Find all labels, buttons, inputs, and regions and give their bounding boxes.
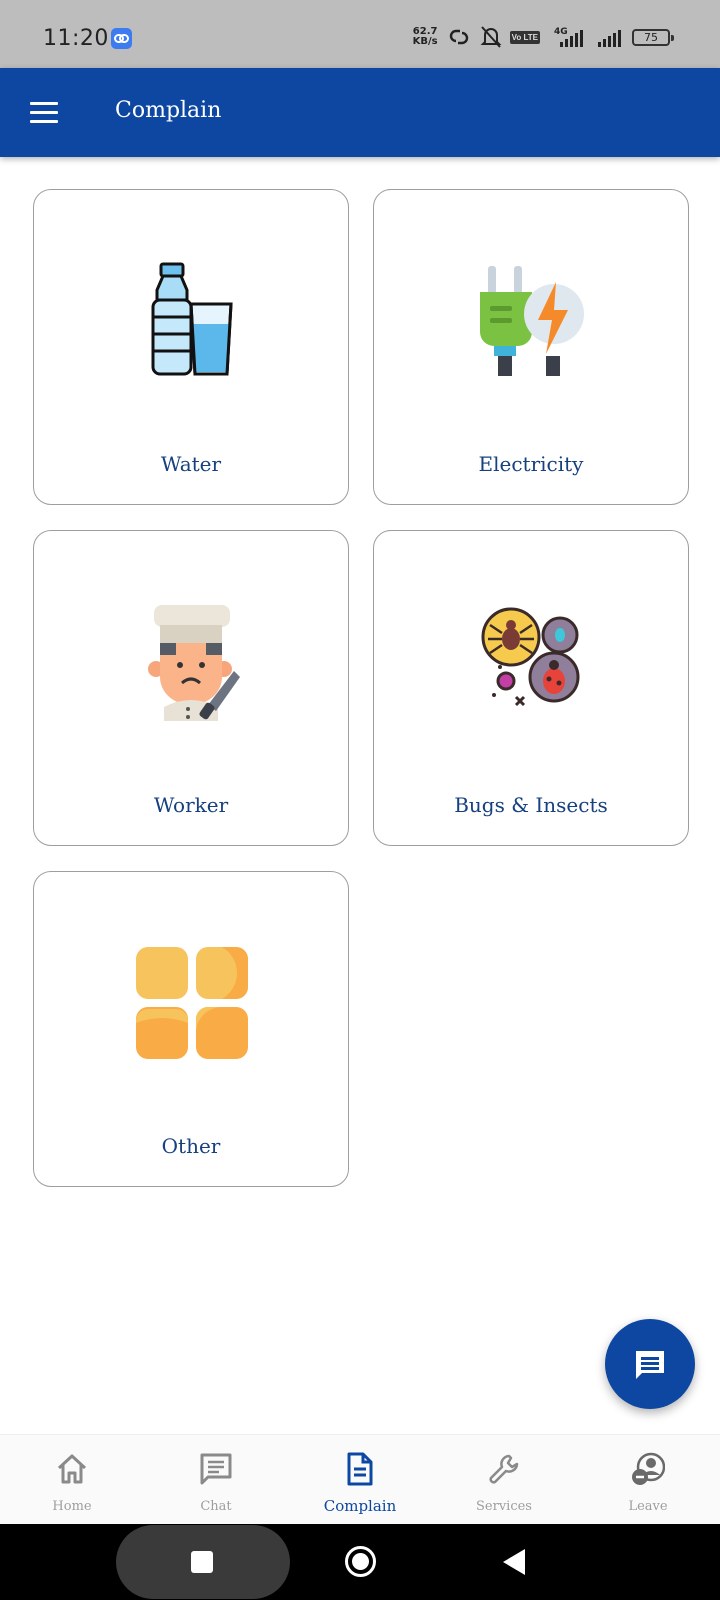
bugs-insects-icon bbox=[476, 603, 586, 728]
nav-label: Services bbox=[476, 1499, 532, 1514]
home-circle-button[interactable] bbox=[345, 1546, 376, 1577]
wrench-icon bbox=[489, 1454, 519, 1484]
nav-item-chat[interactable]: Chat bbox=[144, 1435, 288, 1525]
category-label: Bugs & Insects bbox=[454, 793, 608, 817]
menu-button[interactable] bbox=[28, 100, 62, 126]
recents-square-icon bbox=[191, 1551, 213, 1573]
nav-label: Leave bbox=[628, 1499, 668, 1514]
link-icon bbox=[449, 29, 468, 45]
chat-icon bbox=[200, 1453, 232, 1485]
status-indicators: 62.7 KB/s Vo LTE 4G 75 bbox=[413, 24, 674, 50]
water-bottle-glass-icon bbox=[141, 262, 241, 387]
home-icon bbox=[57, 1454, 87, 1484]
category-card-water[interactable]: Water bbox=[33, 189, 349, 505]
grid-squares-icon bbox=[134, 945, 248, 1064]
volte-badge: Vo LTE bbox=[509, 30, 540, 44]
svg-text:4G: 4G bbox=[554, 27, 568, 37]
nav-label: Chat bbox=[200, 1499, 232, 1514]
notification-app-icon bbox=[111, 28, 132, 49]
category-label: Electricity bbox=[478, 452, 584, 476]
chat-message-icon bbox=[636, 1351, 664, 1379]
nav-item-home[interactable]: Home bbox=[0, 1435, 144, 1525]
nav-label: Complain bbox=[323, 1497, 397, 1515]
app-bar: Complain bbox=[0, 68, 720, 157]
page-title: Complain bbox=[115, 98, 222, 123]
user-minus-icon bbox=[632, 1452, 665, 1485]
category-card-electricity[interactable]: Electricity bbox=[373, 189, 689, 505]
category-card-bugs-insects[interactable]: Bugs & Insects bbox=[373, 530, 689, 846]
system-navigation-bar bbox=[0, 1524, 720, 1600]
battery-indicator: 75 bbox=[632, 28, 674, 46]
status-time: 11:20 bbox=[43, 26, 109, 51]
hamburger-menu-icon-line bbox=[30, 111, 58, 114]
signal-4g-icon: 4G bbox=[554, 27, 583, 47]
hamburger-menu-icon-line bbox=[30, 102, 58, 105]
back-triangle-button[interactable] bbox=[503, 1549, 525, 1575]
nav-label: Home bbox=[52, 1499, 92, 1514]
nav-item-leave[interactable]: Leave bbox=[576, 1435, 720, 1525]
category-label: Water bbox=[160, 452, 222, 476]
chat-fab-button[interactable] bbox=[605, 1319, 695, 1409]
nav-item-complain[interactable]: Complain bbox=[288, 1435, 432, 1525]
bottom-navigation: Home Chat Complain Services Leave bbox=[0, 1434, 720, 1524]
plug-lightning-icon bbox=[476, 262, 586, 387]
chef-worker-icon bbox=[136, 603, 246, 728]
category-card-other[interactable]: Other bbox=[33, 871, 349, 1187]
document-icon bbox=[347, 1452, 373, 1486]
status-bar: 11:20 62.7 KB/s Vo LTE 4G 75 bbox=[0, 0, 720, 68]
category-card-worker[interactable]: Worker bbox=[33, 530, 349, 846]
signal-bars-icon bbox=[598, 30, 621, 47]
nav-item-services[interactable]: Services bbox=[432, 1435, 576, 1525]
category-label: Other bbox=[161, 1134, 221, 1158]
network-speed: 62.7 KB/s bbox=[413, 27, 438, 47]
category-label: Worker bbox=[153, 793, 229, 817]
hamburger-menu-icon-line bbox=[30, 120, 58, 123]
bell-muted-icon bbox=[480, 26, 502, 48]
network-speed-unit: KB/s bbox=[412, 36, 438, 47]
